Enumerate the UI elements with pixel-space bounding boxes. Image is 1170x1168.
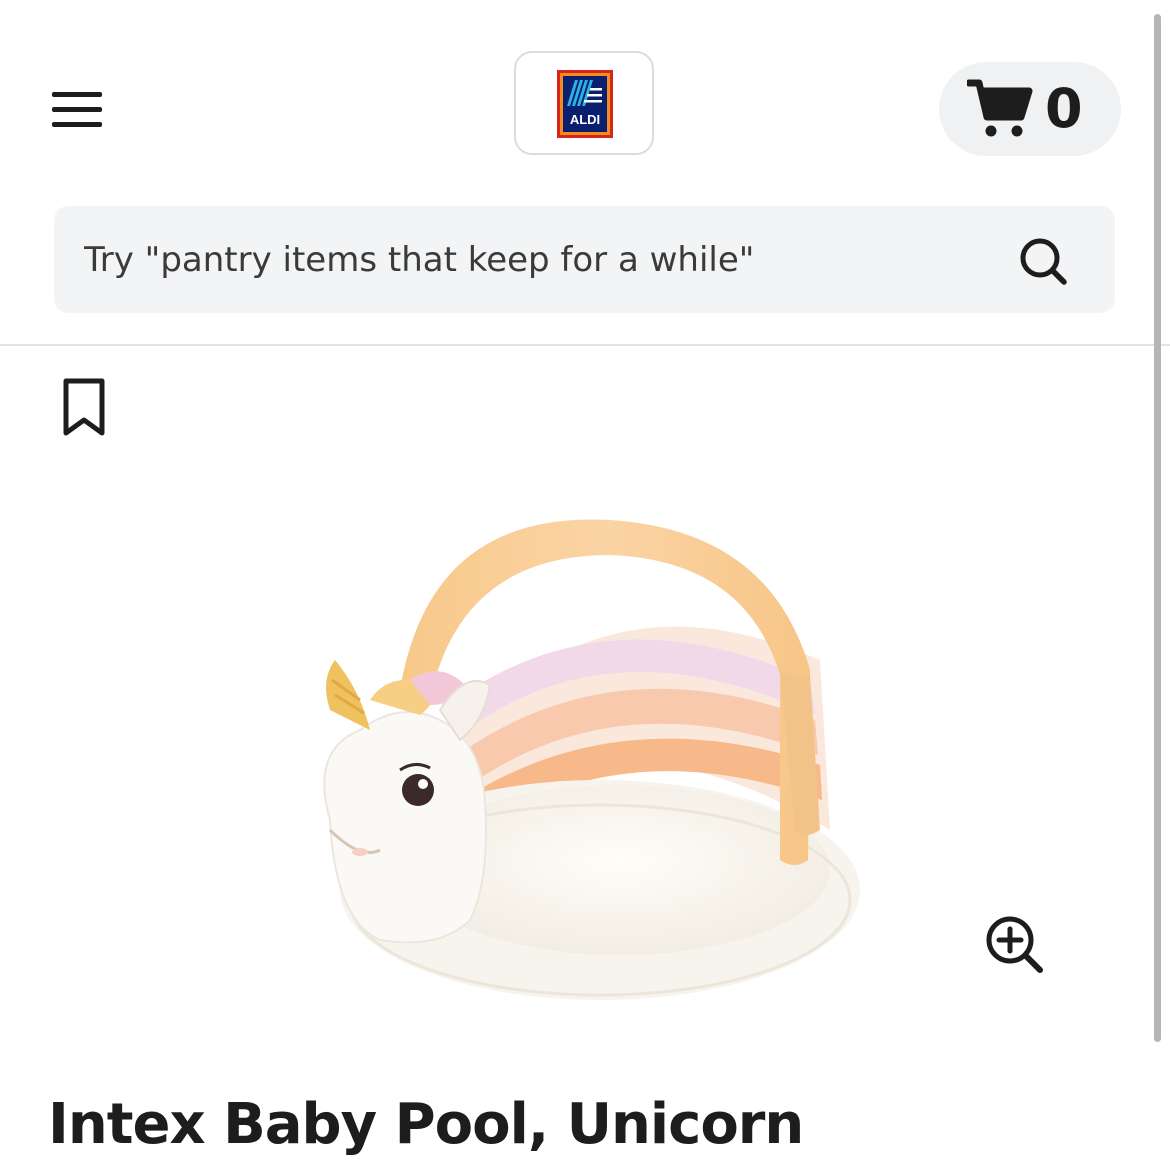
home-logo-button[interactable]: ALDI: [514, 51, 654, 155]
product-image: [323, 519, 860, 1000]
header-divider: [0, 344, 1170, 346]
cart-button[interactable]: 0: [939, 62, 1121, 156]
aldi-logo: ALDI: [557, 70, 613, 138]
zoom-in-icon[interactable]: [984, 914, 1046, 976]
menu-icon[interactable]: [52, 90, 104, 130]
search-input[interactable]: [84, 230, 984, 290]
bookmark-icon[interactable]: [62, 377, 108, 439]
cart-count: 0: [1045, 77, 1083, 140]
product-page: ALDI 0 Try "pantry items that keep for a…: [0, 0, 1170, 1168]
shopping-cart-icon: [967, 79, 1033, 137]
search-bar[interactable]: [54, 206, 1115, 313]
search-icon[interactable]: [1018, 236, 1070, 288]
aldi-logo-text: ALDI: [570, 112, 600, 127]
product-title: Intex Baby Pool, Unicorn: [48, 1092, 804, 1157]
scrollbar[interactable]: [1154, 14, 1161, 1042]
